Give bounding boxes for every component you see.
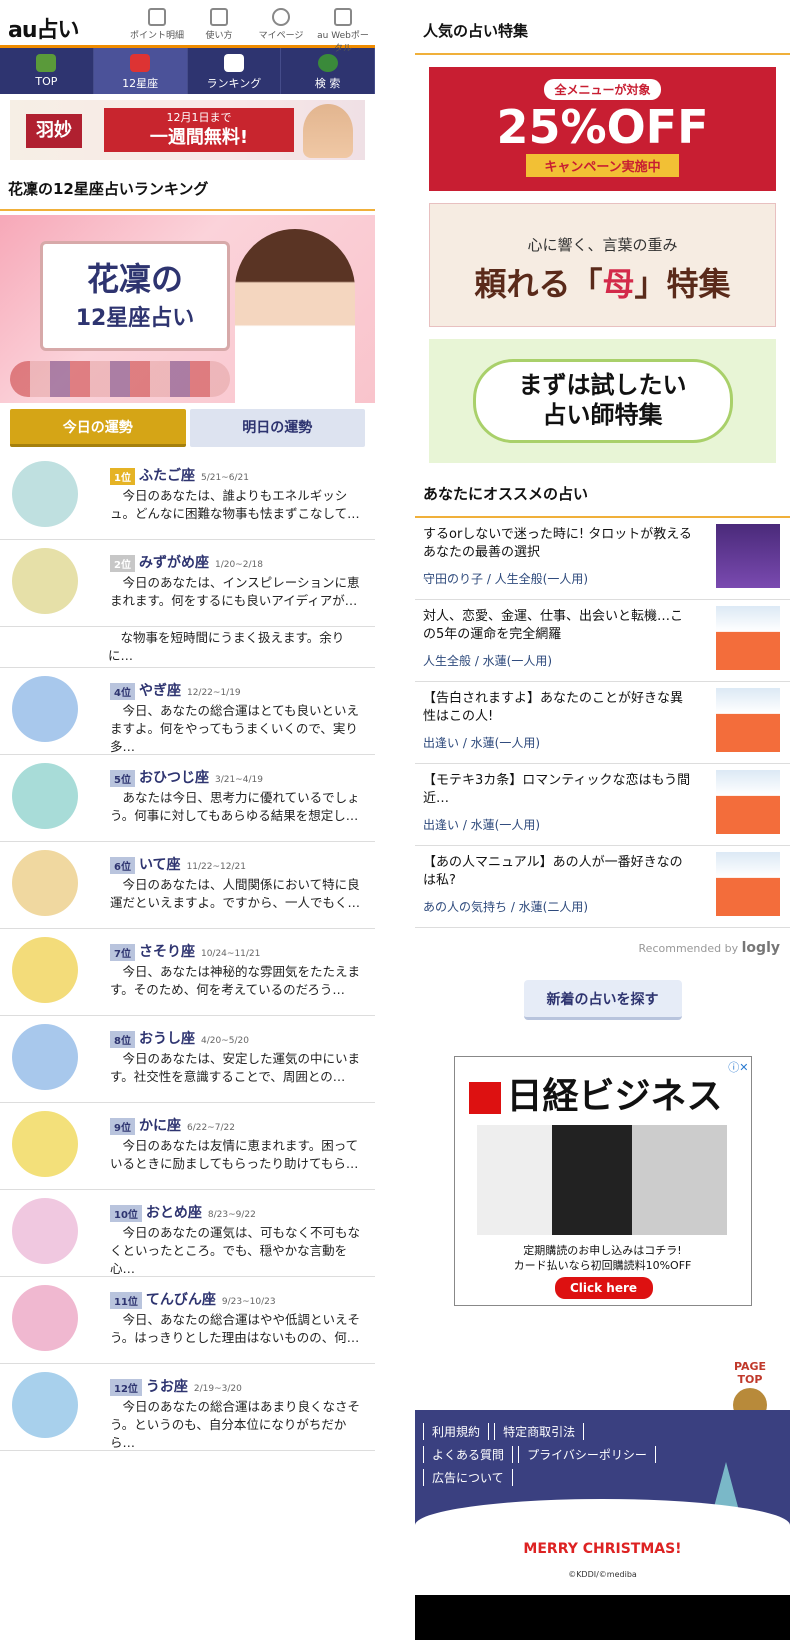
trial-feature-banner[interactable]: まずは試したい 占い師特集: [429, 339, 776, 463]
tree-icon: [36, 54, 57, 72]
pisces-icon: [12, 1372, 78, 1438]
tab-tomorrow[interactable]: 明日の運勢: [189, 409, 365, 447]
thumbnail: [716, 770, 780, 834]
footer: 利用規約 特定商取引法 よくある質問 プライバシーポリシー 広告について MER…: [415, 1410, 790, 1565]
list-item[interactable]: 【あの人マニュアル】あの人が一番好きなのは私? あの人の気持ち / 水蓮(二人用): [415, 846, 790, 928]
ad-close-icon[interactable]: ⓘ✕: [728, 1059, 748, 1075]
gnav-12-signs[interactable]: 12星座: [93, 48, 188, 94]
sagittarius-icon: [12, 850, 78, 916]
bear-icon: [223, 54, 244, 72]
header: au占い ポイント明細 使い方 マイページ au Webポータル: [0, 0, 375, 54]
list-item[interactable]: 12位 うお座 2/19~3/20 今日のあなたの総合運はあまり良くなさそう。というの…: [0, 1364, 375, 1451]
ranking-list: 1位 ふたご座 5/21~6/21 今日のあなたは、誰よりもエネルギッシュ。どんなに困…: [0, 453, 375, 1451]
gnav-top[interactable]: TOP: [0, 48, 94, 94]
hero-person-photo: [235, 229, 355, 403]
merry-christmas-text: MERRY CHRISTMAS!: [523, 1541, 682, 1557]
thumbnail: [716, 688, 780, 752]
nikkei-ad[interactable]: ⓘ✕ 日経ビジネス 定期購読のお申し込みはコチラ! カード払いなら初回購読料10%…: [453, 1056, 752, 1306]
footer-link[interactable]: 広告について: [423, 1469, 513, 1486]
gift-icon: [130, 54, 151, 72]
list-item[interactable]: 8位 おうし座 4/20~5/20 今日のあなたは、安定した運気の中にいます。社交性を…: [0, 1016, 375, 1103]
list-item[interactable]: 【モテキ3カ条】ロマンティックな恋はもう間近… 出逢い / 水蓮(一人用): [415, 764, 790, 846]
list-item[interactable]: 【告白されますよ】あなたのことが好きな異性はこの人! 出逢い / 水蓮(一人用): [415, 682, 790, 764]
book-icon: [210, 8, 228, 26]
footer-link[interactable]: 利用規約: [423, 1423, 490, 1440]
list-item[interactable]: 2位 みずがめ座 1/20~2/18 今日のあなたは、インスピレーションに恵まれます。…: [0, 540, 375, 627]
ranking-title: 花凜の12星座占いランキング: [0, 166, 375, 211]
free-week-banner[interactable]: 羽妙 12月1日まで 一週間無料!: [10, 100, 365, 160]
copyright: ©KDDI/©mediba: [568, 1570, 637, 1579]
gnav-search[interactable]: 検 索: [281, 48, 375, 94]
virgo-icon: [12, 1198, 78, 1264]
list-item[interactable]: 4位 やぎ座 12/22~1/19 今日、あなたの総合運はとても良いといえますよ。何を…: [0, 668, 375, 755]
footer-links: 利用規約 特定商取引法 よくある質問 プライバシーポリシー 広告について: [415, 1410, 675, 1499]
global-nav: TOP 12星座 ランキング 検 索: [0, 48, 375, 94]
receipt-icon: [148, 8, 166, 26]
banner-stamp: 羽妙: [26, 114, 82, 148]
capricorn-icon: [12, 676, 78, 742]
aquarius-icon: [12, 548, 78, 614]
list-item[interactable]: 7位 さそり座 10/24~11/21 今日、あなたは神秘的な雰囲気をたたえます。その…: [0, 929, 375, 1016]
taurus-icon: [12, 1024, 78, 1090]
hero-banner[interactable]: 花凜の 12星座占い: [0, 215, 375, 403]
home-icon: [334, 8, 352, 26]
recommend-list: するorしないで迷った時に! タロットが教えるあなたの最善の選択 守田のり子 / …: [415, 518, 790, 928]
hero-card: 花凜の 12星座占い: [40, 241, 230, 351]
recommended-by[interactable]: Recommended by logly: [415, 928, 790, 968]
magazine-image: [476, 1125, 727, 1235]
aries-icon: [12, 763, 78, 829]
gnav-ranking[interactable]: ランキング: [188, 48, 282, 94]
zodiac-illustration: [10, 361, 230, 397]
nikkei-logo: 日経ビジネス: [468, 1067, 723, 1119]
scorpio-icon: [12, 937, 78, 1003]
libra-icon: [12, 1285, 78, 1351]
tab-today[interactable]: 今日の運勢: [10, 409, 186, 447]
cancer-icon: [12, 1111, 78, 1177]
left-column: au占い ポイント明細 使い方 マイページ au Webポータル TOP 12星…: [0, 0, 375, 1451]
right-column: 人気の占い特集 全メニューが対象 25%OFF キャンペーン実施中 心に響く、言…: [415, 0, 790, 1640]
wreath-icon: [317, 54, 338, 72]
gemini-icon: [12, 461, 78, 527]
ad-cta-button[interactable]: Click here: [554, 1277, 653, 1299]
fortune-tabs: 今日の運勢 明日の運勢: [0, 403, 375, 453]
list-item[interactable]: 9位 かに座 6/22~7/22 今日のあなたは友情に恵まれます。困っているときに励ま…: [0, 1103, 375, 1190]
list-item[interactable]: な物事を短時間にうまく扱えます。余りに…: [0, 627, 375, 668]
thumbnail: [716, 606, 780, 670]
list-item[interactable]: するorしないで迷った時に! タロットが教えるあなたの最善の選択 守田のり子 / …: [415, 518, 790, 600]
page-top-button[interactable]: PAGE TOP: [720, 1360, 780, 1422]
list-item[interactable]: 1位 ふたご座 5/21~6/21 今日のあなたは、誰よりもエネルギッシュ。どんなに困…: [0, 453, 375, 540]
list-item[interactable]: 対人、恋愛、金運、仕事、出会いと転機…この5年の運命を完全網羅 人生全般 / 水蓮…: [415, 600, 790, 682]
banner-ribbon: 12月1日まで 一週間無料!: [104, 108, 294, 152]
list-item[interactable]: 11位 てんびん座 9/23~10/23 今日、あなたの総合運はやや低調といえそう。は…: [0, 1277, 375, 1364]
mother-feature-banner[interactable]: 心に響く、言葉の重み 頼れる「母」特集: [429, 203, 776, 327]
au-uranai-logo[interactable]: au占い: [8, 12, 80, 44]
bottom-bar: [415, 1595, 790, 1640]
footer-link[interactable]: 特定商取引法: [494, 1423, 585, 1440]
user-icon: [272, 8, 290, 26]
fortune-teller-photo: [303, 104, 353, 158]
recommend-title: あなたにオススメの占い: [415, 463, 790, 518]
footer-link[interactable]: プライバシーポリシー: [518, 1446, 656, 1463]
thumbnail: [716, 852, 780, 916]
footer-link[interactable]: よくある質問: [423, 1446, 514, 1463]
thumbnail: [716, 524, 780, 588]
find-new-button[interactable]: 新着の占いを探す: [523, 980, 682, 1020]
list-item[interactable]: 5位 おひつじ座 3/21~4/19 あなたは今日、思考力に優れているでしょう。何事に…: [0, 755, 375, 842]
feature-title: 人気の占い特集: [415, 0, 790, 55]
list-item[interactable]: 10位 おとめ座 8/23~9/22 今日のあなたの運気は、可もなく不可もなくといった…: [0, 1190, 375, 1277]
list-item[interactable]: 6位 いて座 11/22~12/21 今日のあなたは、人間関係において特に良運だといえ…: [0, 842, 375, 929]
discount-banner[interactable]: 全メニューが対象 25%OFF キャンペーン実施中: [429, 67, 776, 191]
